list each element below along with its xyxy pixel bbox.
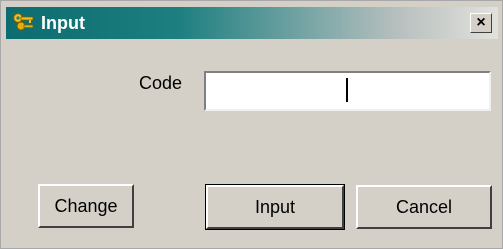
text-caret bbox=[346, 78, 348, 102]
close-button[interactable]: × bbox=[470, 13, 492, 33]
title-bar[interactable]: Input × bbox=[6, 7, 498, 39]
change-button[interactable]: Change bbox=[38, 184, 134, 228]
input-dialog: Input × Code Change Input Cancel bbox=[0, 0, 503, 249]
code-label: Code bbox=[139, 73, 183, 93]
cancel-button[interactable]: Cancel bbox=[356, 185, 492, 229]
keys-icon bbox=[12, 12, 36, 34]
dialog-title: Input bbox=[41, 13, 85, 33]
input-button[interactable]: Input bbox=[206, 185, 344, 229]
